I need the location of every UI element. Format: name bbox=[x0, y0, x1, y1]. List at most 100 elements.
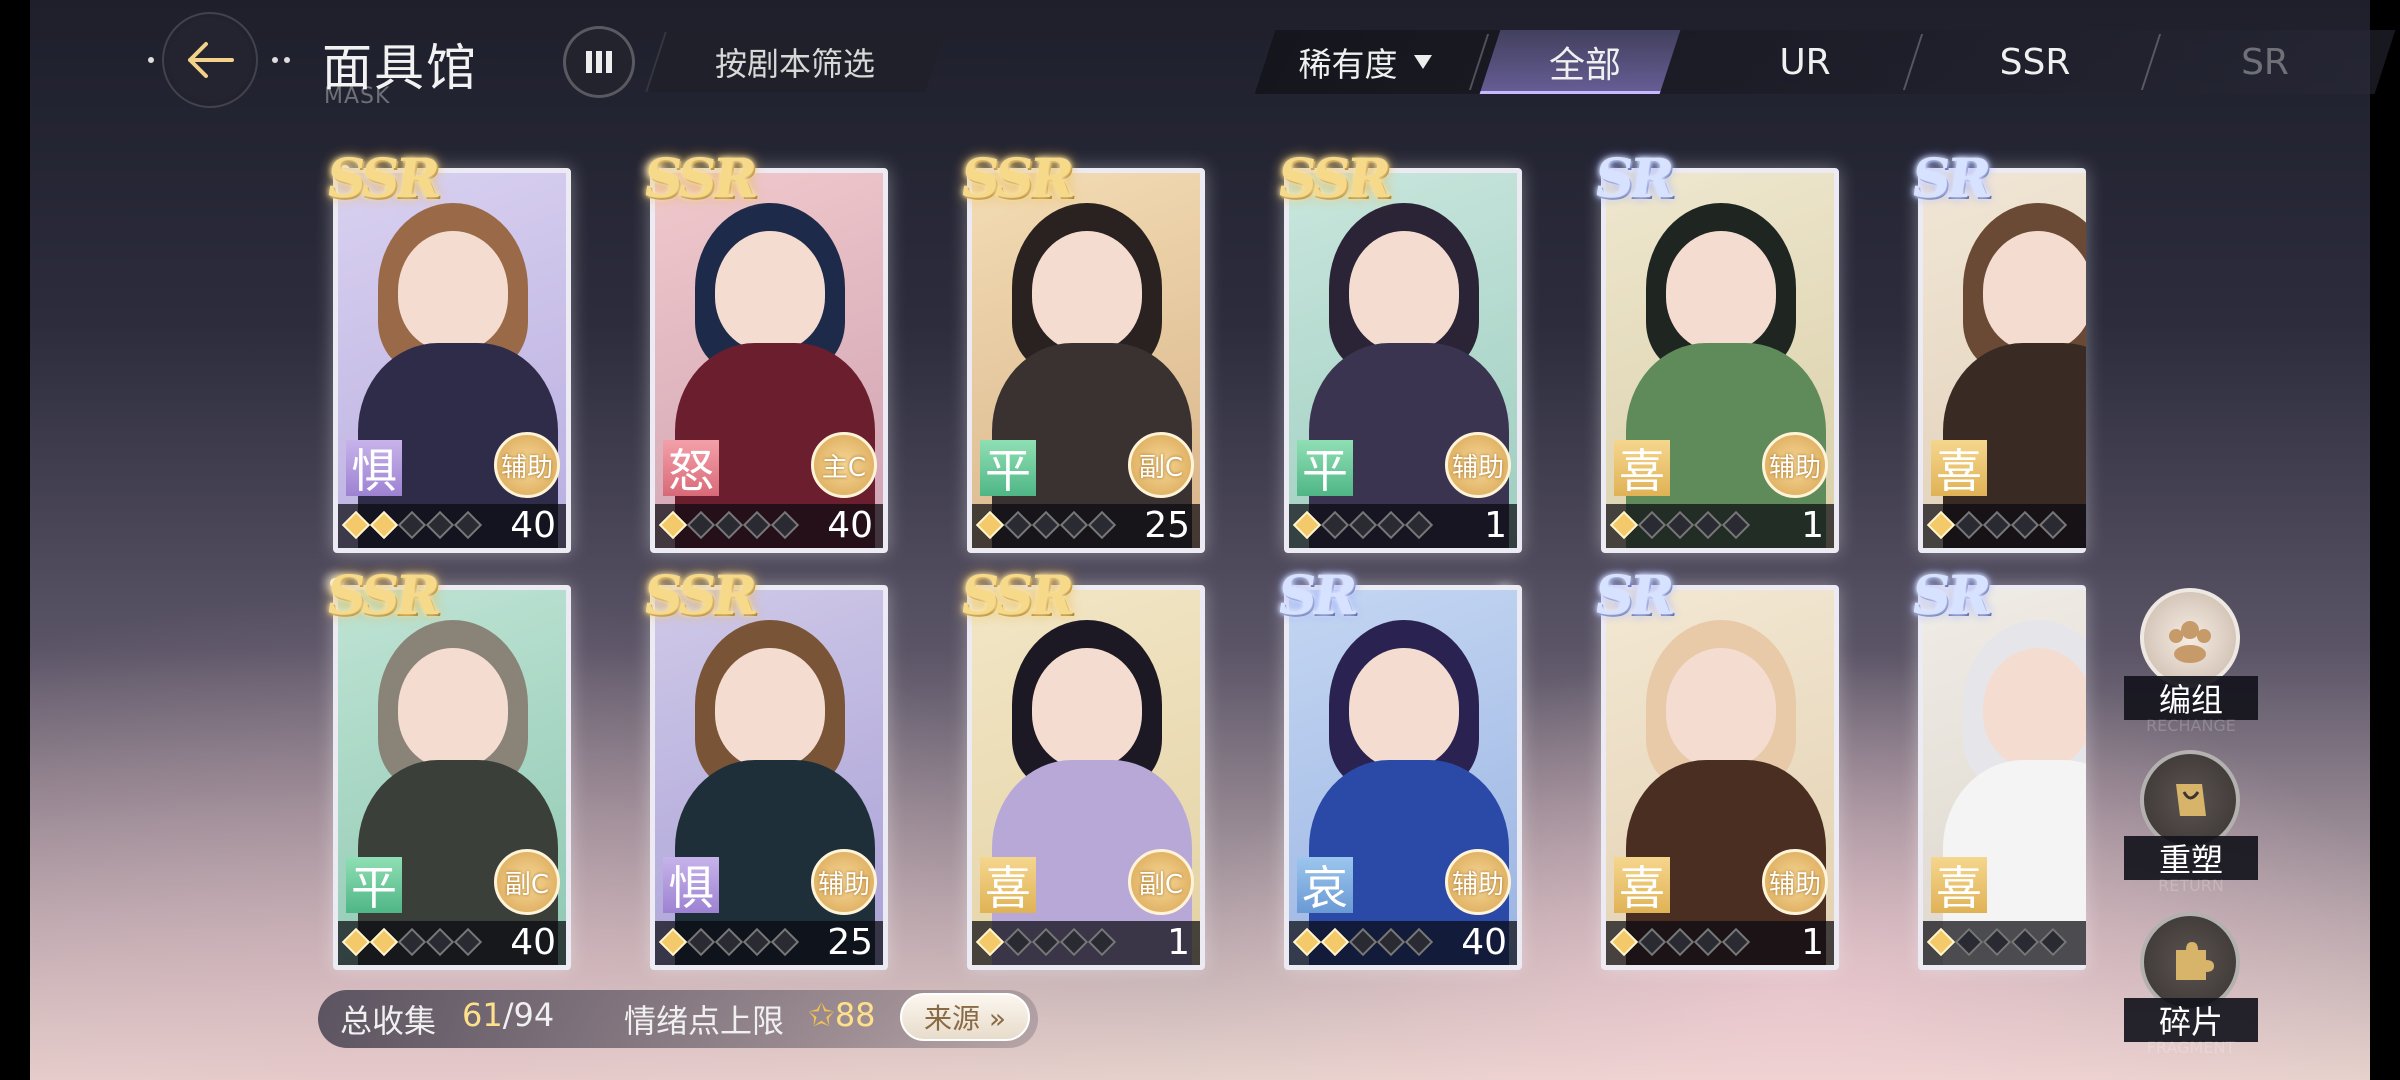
card-level: 40 bbox=[1461, 922, 1507, 963]
emotion-badge: 平 bbox=[1297, 440, 1353, 498]
star-filled-icon bbox=[658, 927, 688, 957]
star-empty-icon bbox=[742, 510, 772, 540]
rarity-sort-label: 稀有度 bbox=[1298, 45, 1398, 84]
star-filled-icon bbox=[341, 927, 371, 957]
decor-dot bbox=[272, 57, 278, 63]
card-level: 25 bbox=[1144, 505, 1190, 546]
mask-card[interactable]: 喜 辅助 1 bbox=[1601, 585, 1839, 970]
star-rank bbox=[1292, 510, 1434, 540]
page-subtitle: MASK bbox=[324, 84, 391, 109]
star-empty-icon bbox=[1404, 927, 1434, 957]
star-rank bbox=[975, 927, 1117, 957]
star-empty-icon bbox=[1721, 927, 1751, 957]
star-icon: ✩ bbox=[808, 996, 835, 1034]
role-badge: 辅助 bbox=[1762, 432, 1828, 498]
mask-gallery-screen: 面具馆 MASK 按剧本筛选 稀有度 全部 UR SSR SR 惧辅助 40 SSR… bbox=[0, 0, 2400, 1080]
mask-card[interactable]: 平 副C 40 bbox=[333, 585, 571, 970]
star-filled-icon bbox=[975, 510, 1005, 540]
decor-dot bbox=[284, 57, 290, 63]
star-filled-icon bbox=[369, 510, 399, 540]
star-empty-icon bbox=[1087, 927, 1117, 957]
pause-icon bbox=[596, 51, 602, 73]
emotion-badge: 惧 bbox=[663, 857, 719, 915]
star-filled-icon bbox=[1292, 927, 1322, 957]
mask-card[interactable]: 平 辅助 1 bbox=[1284, 168, 1522, 553]
source-button[interactable]: 来源 » bbox=[900, 993, 1030, 1041]
star-empty-icon bbox=[1003, 510, 1033, 540]
mask-card[interactable]: 平 副C 25 bbox=[967, 168, 1205, 553]
reshape-button-sublabel: RETURN bbox=[2158, 876, 2224, 895]
fragment-button-label[interactable]: 碎片 bbox=[2124, 998, 2258, 1042]
star-empty-icon bbox=[1059, 510, 1089, 540]
star-empty-icon bbox=[686, 510, 716, 540]
emotion-badge: 喜 bbox=[1614, 440, 1670, 498]
star-empty-icon bbox=[714, 510, 744, 540]
card-level: 40 bbox=[510, 922, 556, 963]
emotion-badge: 惧 bbox=[346, 440, 402, 498]
role-badge: 副C bbox=[1128, 849, 1194, 915]
star-empty-icon bbox=[1404, 510, 1434, 540]
mood-limit-label: 情绪点上限 bbox=[624, 1002, 785, 1040]
card-level: 1 bbox=[1801, 922, 1824, 963]
star-empty-icon bbox=[453, 927, 483, 957]
script-filter-button[interactable]: 按剧本筛选 bbox=[655, 32, 935, 92]
star-empty-icon bbox=[1376, 927, 1406, 957]
emotion-badge: 喜 bbox=[1931, 440, 1987, 498]
team-button[interactable] bbox=[2140, 588, 2240, 688]
mask-card[interactable]: 惧 辅助 25 bbox=[650, 585, 888, 970]
tab-sr[interactable]: SR bbox=[2180, 30, 2350, 94]
role-badge: 辅助 bbox=[1445, 432, 1511, 498]
star-empty-icon bbox=[1348, 927, 1378, 957]
mask-card[interactable]: 喜 bbox=[1918, 585, 2086, 970]
role-badge: 辅助 bbox=[1762, 849, 1828, 915]
role-badge: 辅助 bbox=[1445, 849, 1511, 915]
star-empty-icon bbox=[1087, 510, 1117, 540]
emotion-badge: 喜 bbox=[980, 857, 1036, 915]
role-badge: 辅助 bbox=[811, 849, 877, 915]
pause-button[interactable] bbox=[563, 26, 635, 98]
star-empty-icon bbox=[1376, 510, 1406, 540]
mask-card[interactable]: 喜 副C 1 bbox=[967, 585, 1205, 970]
mask-card[interactable]: 喜 辅助 1 bbox=[1601, 168, 1839, 553]
rarity-badge: SR bbox=[1590, 563, 1676, 627]
left-letterbox bbox=[0, 0, 30, 1080]
tab-ssr[interactable]: SSR bbox=[1950, 30, 2120, 94]
role-badge: 副C bbox=[494, 849, 560, 915]
rarity-badge: SSR bbox=[956, 563, 1076, 627]
mask-card[interactable]: 惧 辅助 40 bbox=[333, 168, 571, 553]
card-level: 1 bbox=[1167, 922, 1190, 963]
star-empty-icon bbox=[1637, 927, 1667, 957]
reshape-button-label[interactable]: 重塑 bbox=[2124, 836, 2258, 880]
rarity-sort-dropdown[interactable]: 稀有度 bbox=[1280, 30, 1450, 94]
star-empty-icon bbox=[770, 510, 800, 540]
star-filled-icon bbox=[1609, 927, 1639, 957]
star-empty-icon bbox=[1665, 927, 1695, 957]
card-level: 1 bbox=[1801, 505, 1824, 546]
mask-card[interactable]: 喜 bbox=[1918, 168, 2086, 553]
team-button-label[interactable]: 编组 bbox=[2124, 676, 2258, 720]
star-filled-icon bbox=[1609, 510, 1639, 540]
tab-ur[interactable]: UR bbox=[1720, 30, 1890, 94]
star-rank bbox=[341, 510, 483, 540]
pause-icon bbox=[606, 51, 612, 73]
star-rank bbox=[1926, 927, 2068, 957]
star-empty-icon bbox=[1320, 510, 1350, 540]
collect-progress: 61/94 bbox=[462, 996, 554, 1034]
rarity-badge: SR bbox=[1273, 563, 1359, 627]
pause-icon bbox=[586, 51, 592, 73]
role-badge: 辅助 bbox=[494, 432, 560, 498]
star-empty-icon bbox=[770, 927, 800, 957]
mask-card[interactable]: 哀 辅助 40 bbox=[1284, 585, 1522, 970]
tab-all[interactable]: 全部 bbox=[1500, 30, 1670, 94]
puzzle-icon bbox=[2176, 942, 2214, 980]
star-empty-icon bbox=[714, 927, 744, 957]
triangle-down-icon bbox=[1413, 55, 1432, 69]
star-rank bbox=[341, 927, 483, 957]
back-button[interactable] bbox=[162, 12, 258, 108]
group-icon bbox=[2169, 621, 2211, 663]
card-level: 1 bbox=[1484, 505, 1507, 546]
star-empty-icon bbox=[1693, 927, 1723, 957]
star-empty-icon bbox=[1954, 927, 1984, 957]
star-empty-icon bbox=[742, 927, 772, 957]
mask-card[interactable]: 怒 主C 40 bbox=[650, 168, 888, 553]
